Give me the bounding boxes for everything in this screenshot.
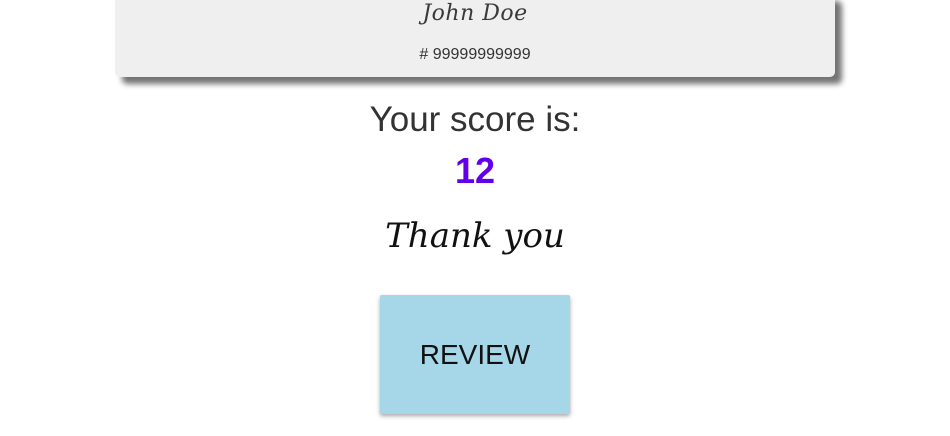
score-value: 12 — [454, 150, 496, 191]
review-button[interactable]: REVIEW — [380, 295, 570, 414]
user-card: John Doe # 99999999999 — [115, 0, 835, 77]
thank-you-message: Thank you — [385, 216, 565, 256]
score-label: Your score is: — [369, 100, 581, 139]
user-id: # 99999999999 — [419, 46, 531, 63]
user-name: John Doe — [422, 1, 528, 26]
